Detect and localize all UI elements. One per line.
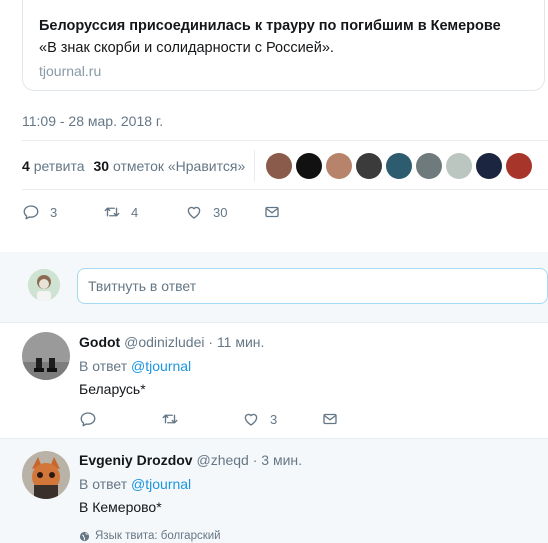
liker-avatars	[266, 153, 536, 179]
liker-avatar-3[interactable]	[326, 153, 352, 179]
tweet-text: Беларусь*	[79, 381, 146, 397]
liker-avatar-1[interactable]	[266, 153, 292, 179]
likes-stat[interactable]: 30 отметок «Нравится»	[94, 158, 246, 174]
like-count: 3	[270, 411, 278, 427]
avatar[interactable]	[22, 332, 70, 380]
user-avatar-image	[28, 269, 60, 301]
link-card-title: Белоруссия присоединилась к трауру по по…	[39, 18, 501, 34]
heart-icon	[187, 206, 201, 219]
reply-tweet[interactable]: Evgeniy Drozdov @zheqd · 3 мин. В ответ …	[0, 439, 548, 543]
likes-label: отметок «Нравится»	[112, 158, 246, 174]
reply-context: В ответ @tjournal	[79, 475, 302, 493]
author-handle[interactable]: @odinizludei	[124, 334, 204, 350]
retweet-action[interactable]: 4	[103, 203, 138, 221]
message-action[interactable]	[321, 410, 339, 428]
reply-prefix: В ответ	[79, 476, 128, 492]
tweet-time[interactable]: 3 мин.	[261, 452, 302, 468]
retweets-label: ретвита	[33, 158, 85, 174]
author-name[interactable]: Godot	[79, 334, 120, 350]
divider	[22, 140, 548, 141]
reply-mention-link[interactable]: @tjournal	[131, 358, 191, 374]
like-count: 30	[213, 204, 228, 220]
avatar-image	[22, 451, 70, 499]
tweet-language: Язык твита: болгарский	[79, 530, 302, 542]
liker-avatar-9[interactable]	[506, 153, 532, 179]
envelope-icon	[323, 413, 337, 425]
tweet-time[interactable]: 11 мин.	[217, 334, 265, 350]
tweet-header: Evgeniy Drozdov @zheqd · 3 мин.	[79, 451, 302, 469]
tweet-stats: 4 ретвита 30 отметок «Нравится»	[22, 150, 548, 182]
reply-prefix: В ответ	[79, 358, 128, 374]
liker-avatar-6[interactable]	[416, 153, 442, 179]
tweet-text: В Кемерово*	[79, 499, 162, 515]
reply-count: 3	[50, 204, 58, 220]
heart-icon	[244, 413, 258, 426]
reply-mention-link[interactable]: @tjournal	[131, 476, 191, 492]
retweets-count: 4	[22, 158, 30, 174]
current-user-avatar	[28, 269, 60, 301]
link-card-domain: tjournal.ru	[39, 63, 102, 79]
divider	[22, 189, 548, 190]
separator-dot: ·	[252, 452, 258, 468]
liker-avatar-8[interactable]	[476, 153, 502, 179]
separator-dot: ·	[208, 334, 214, 350]
reply-icon	[80, 412, 96, 427]
likes-count: 30	[93, 158, 110, 174]
stats-divider	[254, 150, 255, 182]
retweet-icon	[104, 207, 120, 217]
author-name[interactable]: Evgeniy Drozdov	[79, 452, 193, 468]
reply-context: В ответ @tjournal	[79, 357, 264, 375]
link-card[interactable]: Белоруссия присоединилась к трауру по по…	[22, 0, 545, 91]
liker-avatar-2[interactable]	[296, 153, 322, 179]
like-action[interactable]: 3	[242, 410, 277, 428]
liker-avatar-4[interactable]	[356, 153, 382, 179]
retweets-stat[interactable]: 4 ретвита	[22, 158, 85, 174]
avatar[interactable]	[22, 451, 70, 499]
globe-icon	[79, 531, 90, 541]
message-action[interactable]	[263, 203, 281, 221]
reply-input[interactable]: Твитнуть в ответ	[77, 268, 548, 304]
retweet-count: 4	[131, 204, 139, 220]
avatar-image	[22, 332, 70, 380]
retweet-action[interactable]	[161, 410, 189, 428]
tweet-timestamp[interactable]: 11:09 - 28 мар. 2018 г.	[22, 113, 163, 129]
link-card-description: «В знак скорби и солидарности с Россией»…	[39, 40, 334, 56]
divider	[0, 322, 548, 323]
tweet-language-label: Язык твита: болгарский	[95, 530, 221, 542]
envelope-icon	[265, 206, 279, 218]
liker-avatar-7[interactable]	[446, 153, 472, 179]
reply-icon	[23, 205, 39, 220]
liker-avatar-5[interactable]	[386, 153, 412, 179]
retweet-icon	[162, 414, 178, 424]
reply-action[interactable]	[79, 410, 107, 428]
reply-tweet[interactable]: Godot @odinizludei · 11 мин. В ответ @tj…	[0, 322, 548, 438]
like-action[interactable]: 30	[185, 203, 227, 221]
author-handle[interactable]: @zheqd	[196, 452, 248, 468]
tweet-header: Godot @odinizludei · 11 мин.	[79, 333, 264, 351]
reply-action[interactable]: 3	[22, 203, 57, 221]
